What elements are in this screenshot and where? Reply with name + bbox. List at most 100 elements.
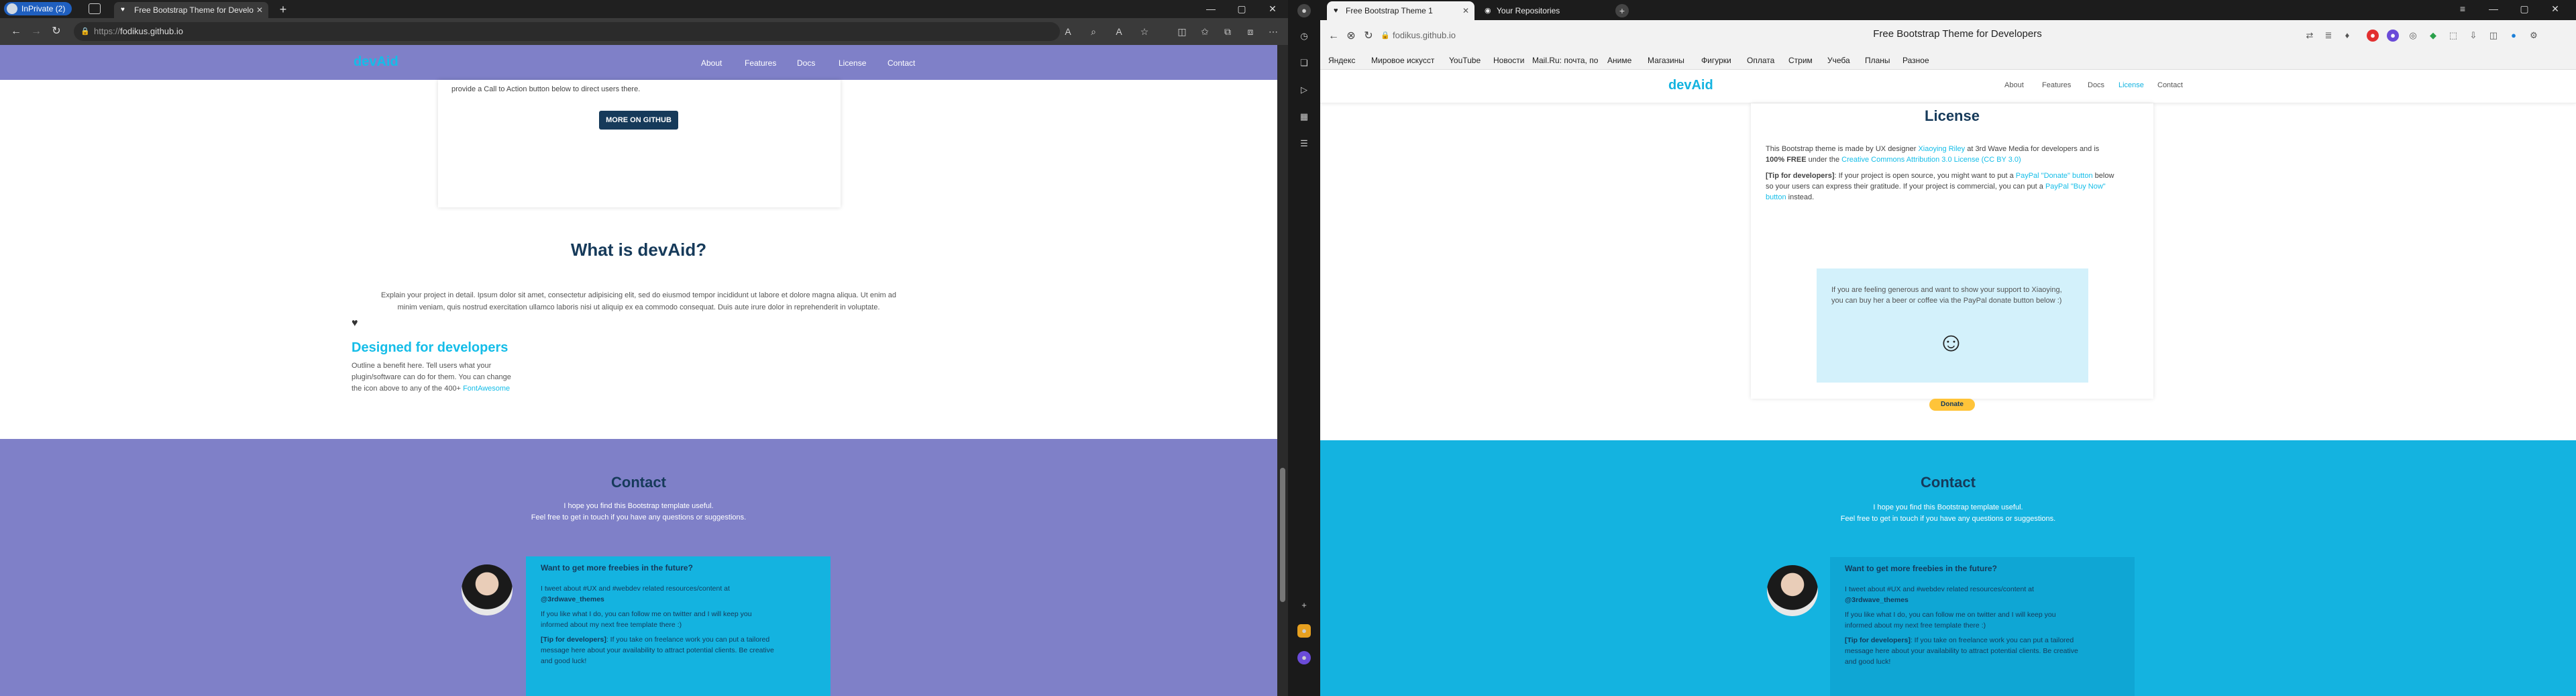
more-on-github-button[interactable]: MORE ON GITHUB — [599, 111, 678, 130]
nav-docs[interactable]: Docs — [797, 58, 815, 68]
reader-icon[interactable]: ≣ — [2322, 30, 2334, 42]
nav-license[interactable]: License — [2118, 81, 2144, 89]
text-size-icon[interactable]: A — [1112, 25, 1126, 38]
site-brand[interactable]: devAid — [1668, 78, 1713, 93]
bookmark-icon[interactable]: ♦ — [2341, 30, 2353, 42]
extensions-icon[interactable]: ⧈ — [1244, 25, 1257, 38]
paypal-donate-button[interactable]: Donate — [1929, 399, 1975, 411]
extension-purple-icon[interactable]: ● — [2387, 30, 2399, 42]
downloads-toolbar-icon[interactable]: ⇩ — [2467, 30, 2479, 42]
bookmark-folder-shops[interactable]: Магазины — [1648, 56, 1684, 65]
sync-icon[interactable]: ● — [2508, 30, 2520, 42]
contact-sub-1: I hope you find this Bootstrap template … — [564, 502, 714, 510]
calendar-icon[interactable]: ▦ — [1297, 110, 1311, 123]
right-tab-active[interactable]: ♥ Free Bootstrap Theme 1 ✕ — [1327, 1, 1474, 20]
notes-icon[interactable]: ☰ — [1297, 137, 1311, 150]
back-icon[interactable]: ← — [9, 25, 23, 38]
downloads-icon[interactable]: ▷ — [1297, 83, 1311, 97]
nav-contact[interactable]: Contact — [888, 58, 915, 68]
right-menu-icon[interactable]: ≡ — [2447, 0, 2478, 18]
twitter-handle-link[interactable]: @3rdwave_themes — [1845, 595, 1909, 605]
back-icon[interactable]: ← — [1327, 30, 1340, 43]
forward-icon[interactable]: → — [30, 25, 43, 38]
extension-puzzle-icon[interactable]: ⬚ — [2447, 30, 2459, 42]
scrollbar-thumb[interactable] — [1280, 468, 1285, 602]
extension-green-icon[interactable]: ◆ — [2427, 30, 2439, 42]
paypal-donate-link[interactable]: PayPal "Donate" button — [2016, 172, 2093, 180]
app-orange-icon[interactable]: ● — [1297, 624, 1311, 638]
nav-license[interactable]: License — [839, 58, 866, 68]
bookmark-folder-misc[interactable]: Разное — [1902, 56, 1929, 65]
close-window-icon[interactable]: ✕ — [1257, 0, 1288, 18]
zoom-icon[interactable]: ⌕ — [1087, 25, 1100, 38]
extension-icon[interactable]: ◫ — [2487, 30, 2500, 42]
minimize-icon[interactable]: — — [2478, 0, 2509, 18]
reload-icon[interactable]: ↻ — [50, 25, 63, 38]
tip-text: : If you take on freelance work you can … — [606, 636, 770, 644]
new-tab-button[interactable]: + — [1615, 4, 1629, 17]
workspaces-icon[interactable] — [89, 3, 101, 14]
paypal-button-link[interactable]: button — [1766, 193, 1786, 201]
cc-license-link[interactable]: Creative Commons Attribution 3.0 License… — [1841, 156, 2021, 164]
left-scrollbar[interactable] — [1277, 45, 1288, 696]
history-icon[interactable]: ◷ — [1297, 30, 1311, 43]
license-text: This Bootstrap theme is made by UX desig… — [1766, 145, 1919, 153]
collections-icon[interactable]: ⧉ — [1221, 25, 1234, 38]
adblock-icon[interactable]: ● — [2367, 30, 2379, 42]
shield-icon[interactable]: ⊗ — [1344, 30, 1358, 43]
donate-box: If you are feeling generous and want to … — [1817, 268, 2088, 383]
close-tab-icon[interactable]: ✕ — [1462, 1, 1469, 20]
site-brand[interactable]: devAid — [354, 54, 398, 70]
license-line-1: This Bootstrap theme is made by UX desig… — [1766, 144, 2141, 154]
right-tab-repositories[interactable]: ◉ Your Repositories — [1478, 1, 1612, 20]
close-window-icon[interactable]: ✕ — [2540, 0, 2571, 18]
right-url-field[interactable]: 🔒 fodikus.github.io — [1379, 27, 1466, 44]
add-panel-icon[interactable]: + — [1297, 599, 1311, 612]
translate-icon[interactable]: ⇄ — [2304, 30, 2316, 42]
nav-features[interactable]: Features — [745, 58, 776, 68]
settings-icon[interactable]: ⚙ — [2528, 30, 2540, 42]
bookmark-folder-study[interactable]: Учеба — [1827, 56, 1850, 65]
right-site-navbar: devAid About Features Docs License Conta… — [1320, 70, 2576, 103]
paypal-buynow-link[interactable]: PayPal "Buy Now" — [2045, 183, 2106, 191]
left-url-field[interactable]: 🔒 https://fodikus.github.io — [74, 22, 1060, 41]
right-window-title: Free Bootstrap Theme for Developers — [1873, 28, 2042, 40]
read-aloud-icon[interactable]: A — [1061, 25, 1075, 38]
profile-avatar-icon[interactable]: ● — [1297, 4, 1311, 17]
author-link[interactable]: Xiaoying Riley — [1918, 145, 1965, 153]
follow-text-1: If you like what I do, you can follow me… — [1845, 611, 2056, 619]
nav-about[interactable]: About — [701, 58, 722, 68]
nav-about[interactable]: About — [2004, 81, 2024, 89]
bookmark-yandex[interactable]: Яндекс — [1328, 56, 1355, 65]
favorite-star-icon[interactable]: ☆ — [1138, 25, 1151, 38]
license-tip-line-1: [Tip for developers]: If your project is… — [1766, 170, 2141, 181]
inprivate-badge[interactable]: InPrivate (2) — [4, 2, 72, 15]
nav-contact[interactable]: Contact — [2157, 81, 2183, 89]
nav-features[interactable]: Features — [2042, 81, 2071, 89]
minimize-icon[interactable]: — — [1195, 0, 1226, 18]
maximize-icon[interactable]: ▢ — [1226, 0, 1257, 18]
reload-icon[interactable]: ↻ — [1362, 30, 1375, 43]
bookmark-news[interactable]: Новости — [1493, 56, 1524, 65]
favorites-icon[interactable]: ✩ — [1198, 25, 1212, 38]
fontawesome-link[interactable]: FontAwesome — [463, 385, 510, 393]
nav-docs[interactable]: Docs — [2088, 81, 2104, 89]
extension-globe-icon[interactable]: ◎ — [2407, 30, 2419, 42]
maximize-icon[interactable]: ▢ — [2509, 0, 2540, 18]
bookmark-folder-payment[interactable]: Оплата — [1747, 56, 1774, 65]
left-active-tab[interactable]: ♥ Free Bootstrap Theme for Develo ✕ — [114, 2, 268, 18]
split-screen-icon[interactable]: ◫ — [1175, 25, 1189, 38]
twitter-handle-link[interactable]: @3rdwave_themes — [541, 594, 604, 605]
bookmark-folder-figures[interactable]: Фигурки — [1701, 56, 1731, 65]
close-tab-icon[interactable]: ✕ — [256, 2, 263, 18]
bookmark-mailru[interactable]: Mail.Ru: почта, по — [1532, 56, 1598, 65]
bookmarks-icon[interactable]: ❏ — [1297, 56, 1311, 70]
bookmark-folder-streams[interactable]: Стрим — [1788, 56, 1813, 65]
bookmark-folder-anime[interactable]: Аниме — [1607, 56, 1631, 65]
more-menu-icon[interactable]: ⋯ — [1267, 25, 1280, 38]
bookmark-folder-plans[interactable]: Планы — [1865, 56, 1890, 65]
new-tab-button[interactable]: + — [275, 2, 291, 17]
assistant-icon[interactable]: ● — [1297, 651, 1311, 664]
bookmark-art[interactable]: Мировое искусст — [1371, 56, 1434, 65]
bookmark-youtube[interactable]: YouTube — [1449, 56, 1481, 65]
